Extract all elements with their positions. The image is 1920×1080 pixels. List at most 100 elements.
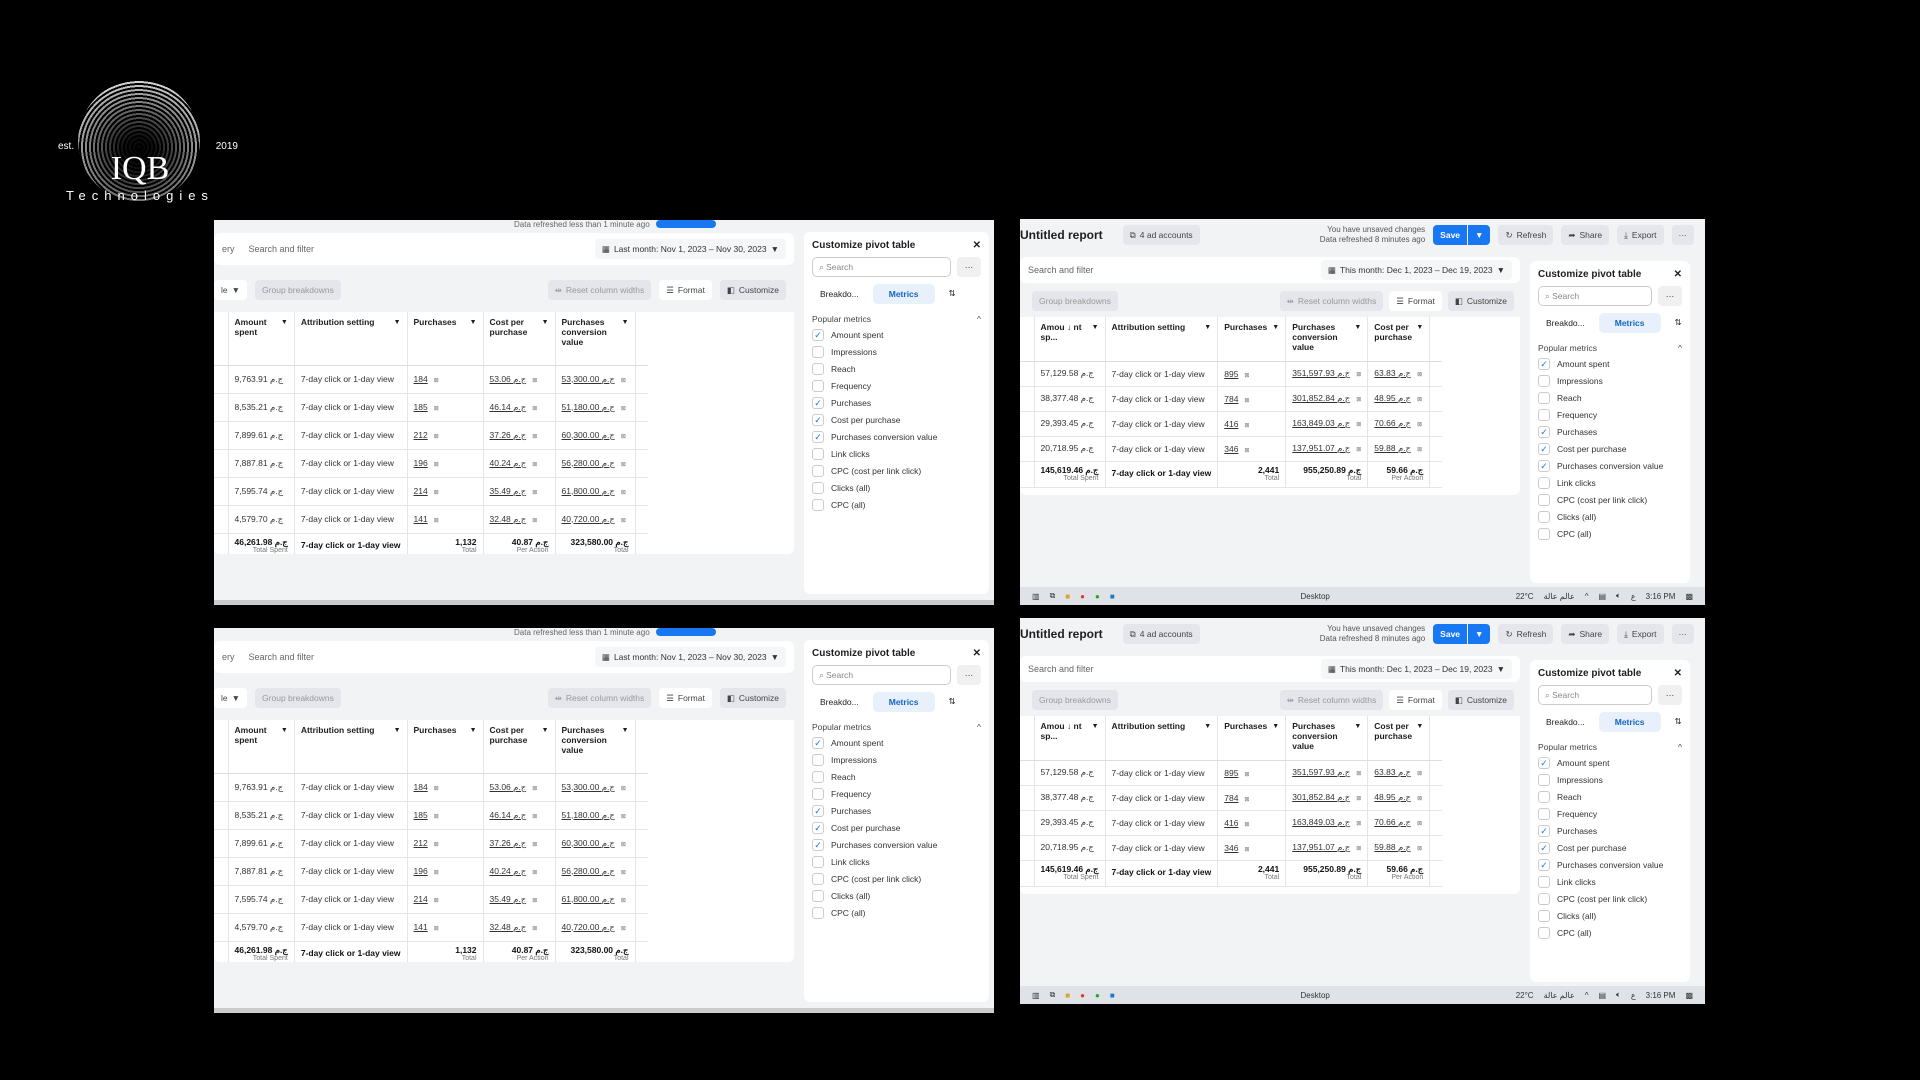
checkbox[interactable] xyxy=(812,856,824,868)
checkbox[interactable] xyxy=(1538,893,1550,905)
weather[interactable]: 22°C xyxy=(1516,991,1534,1000)
compare-icon[interactable]: ⊠ xyxy=(1244,448,1249,454)
chevron-down-icon[interactable]: ▼ xyxy=(1204,723,1211,731)
task-view-icon[interactable]: ⧉ xyxy=(1050,990,1056,1000)
cell-value[interactable]: 32.48 ج.م xyxy=(490,922,527,932)
whatsapp-icon[interactable]: ● xyxy=(1095,592,1100,601)
tab-metrics[interactable]: Metrics xyxy=(1598,711,1661,732)
cell-value[interactable]: 60,300.00 ج.م xyxy=(562,838,615,848)
compare-icon[interactable]: ⊠ xyxy=(1417,447,1422,453)
cell-value[interactable]: 163,849.03 ج.م xyxy=(1292,817,1350,827)
compare-icon[interactable]: ⊠ xyxy=(1417,397,1422,403)
checkbox[interactable] xyxy=(812,771,824,783)
chevron-down-icon[interactable]: ▼ xyxy=(1204,324,1211,332)
table-cell[interactable]: 895 ⊠ xyxy=(1217,760,1287,786)
group-breakdowns-button[interactable]: Group breakdowns xyxy=(255,688,341,708)
cell-value[interactable]: 37.26 ج.م xyxy=(490,838,527,848)
cell-value[interactable]: 346 xyxy=(1224,444,1238,454)
export-button[interactable]: ⤓ Export xyxy=(1617,225,1664,246)
column-header[interactable]: Cost per purchase ▼ xyxy=(1367,317,1431,362)
language-indicator[interactable]: ع xyxy=(1631,592,1636,601)
checkbox[interactable] xyxy=(1538,876,1550,888)
search-filter-input[interactable]: Search and filter xyxy=(1028,664,1321,674)
cell-value[interactable]: 301,852.84 ج.م xyxy=(1292,393,1350,403)
cell-value[interactable]: 35.49 ج.م xyxy=(490,894,527,904)
table-cell[interactable]: 351,597.93 ج.م ⊠ xyxy=(1285,361,1369,387)
search-filter-input[interactable]: Search and filter xyxy=(1028,265,1321,275)
checkbox[interactable] xyxy=(812,890,824,902)
metric-option[interactable]: Impressions xyxy=(1538,774,1682,786)
metric-option[interactable]: Reach xyxy=(812,363,981,375)
refresh-button[interactable]: ↻ Refresh xyxy=(1498,624,1554,645)
table-cell[interactable]: 40.24 ج.م ⊠ xyxy=(483,449,556,478)
date-range-picker[interactable]: ▦ This month: Dec 1, 2023 – Dec 19, 2023 ▼ xyxy=(1320,260,1512,280)
checkbox-checked[interactable]: ✓ xyxy=(812,329,824,341)
chrome-icon[interactable]: ● xyxy=(1080,991,1085,1000)
table-cell[interactable]: 346 ⊠ xyxy=(1217,835,1287,861)
weather[interactable]: 22°C xyxy=(1516,592,1534,601)
table-cell[interactable]: 32.48 ج.م ⊠ xyxy=(483,505,556,534)
table-cell[interactable]: 53,300.00 ج.م ⊠ xyxy=(555,773,636,802)
chevron-down-icon[interactable]: ▼ xyxy=(470,319,477,327)
checkbox[interactable] xyxy=(1538,392,1550,404)
more-options-button[interactable]: ··· xyxy=(1658,685,1682,705)
table-cell[interactable]: 416 ⊠ xyxy=(1217,411,1287,437)
compare-icon[interactable]: ⊠ xyxy=(532,786,537,792)
compare-icon[interactable]: ⊠ xyxy=(532,842,537,848)
metric-option[interactable]: Frequency xyxy=(1538,808,1682,820)
metric-option[interactable]: ✓ Purchases conversion value xyxy=(1538,859,1682,871)
table-cell[interactable]: 46.14 ج.م ⊠ xyxy=(483,801,556,830)
volume-icon[interactable]: 🔈︎ xyxy=(1616,591,1621,601)
photos-icon[interactable]: ■ xyxy=(1110,991,1115,1000)
cell-value[interactable]: 185 xyxy=(414,402,428,412)
metric-option[interactable]: Clicks (all) xyxy=(812,482,981,494)
column-header[interactable]: Purchases ▼ xyxy=(1217,317,1287,362)
table-cell[interactable]: 137,951.07 ج.م ⊠ xyxy=(1285,436,1369,462)
cell-value[interactable]: 184 xyxy=(414,782,428,792)
metric-option[interactable]: Clicks (all) xyxy=(1538,511,1682,523)
metric-option[interactable]: Impressions xyxy=(1538,375,1682,387)
close-icon[interactable]: ✕ xyxy=(973,240,981,251)
cell-value[interactable]: 184 xyxy=(414,374,428,384)
checkbox[interactable] xyxy=(1538,774,1550,786)
cell-value[interactable]: 59.88 ج.م xyxy=(1374,842,1411,852)
compare-icon[interactable]: ⊠ xyxy=(1356,372,1361,378)
chevron-down-icon[interactable]: ▼ xyxy=(542,727,549,735)
cell-value[interactable]: 137,951.07 ج.م xyxy=(1292,443,1350,453)
cell-value[interactable]: 784 xyxy=(1224,394,1238,404)
cell-value[interactable]: 137,951.07 ج.م xyxy=(1292,842,1350,852)
table-cell[interactable]: 40.24 ج.م ⊠ xyxy=(483,857,556,886)
metric-option[interactable]: ✓ Amount spent xyxy=(1538,757,1682,769)
metric-option[interactable]: CPC (all) xyxy=(1538,927,1682,939)
chevron-down-icon[interactable]: ▼ xyxy=(394,319,401,327)
checkbox[interactable] xyxy=(1538,528,1550,540)
column-header[interactable]: Attribution setting ▼ xyxy=(1105,716,1219,761)
cell-value[interactable]: 56,280.00 ج.م xyxy=(562,458,615,468)
metric-option[interactable]: Reach xyxy=(1538,392,1682,404)
compare-icon[interactable]: ⊠ xyxy=(621,786,626,792)
checkbox[interactable] xyxy=(812,482,824,494)
compare-icon[interactable]: ⊠ xyxy=(621,406,626,412)
cell-value[interactable]: 40,720.00 ج.م xyxy=(562,514,615,524)
checkbox[interactable] xyxy=(1538,808,1550,820)
table-cell[interactable]: 185 ⊠ xyxy=(407,393,484,422)
table-cell[interactable]: 346 ⊠ xyxy=(1217,436,1287,462)
chevron-down-icon[interactable]: ▼ xyxy=(622,727,629,735)
table-cell[interactable]: 895 ⊠ xyxy=(1217,361,1287,387)
date-range-picker[interactable]: ▦ This month: Dec 1, 2023 – Dec 19, 2023 ▼ xyxy=(1320,659,1512,679)
cell-value[interactable]: 346 xyxy=(1224,843,1238,853)
column-header[interactable]: Purchases conversion value ▼ xyxy=(1285,317,1369,362)
chevron-down-icon[interactable]: ▼ xyxy=(1416,324,1423,332)
compare-icon[interactable]: ⊠ xyxy=(1417,796,1422,802)
format-button[interactable]: ☰ Format xyxy=(659,280,712,300)
table-cell[interactable]: 53.06 ج.م ⊠ xyxy=(483,365,556,394)
cell-value[interactable]: 59.88 ج.م xyxy=(1374,443,1411,453)
metric-option[interactable]: ✓ Cost per purchase xyxy=(1538,842,1682,854)
cell-value[interactable]: 70.66 ج.م xyxy=(1374,418,1411,428)
customize-button[interactable]: ◧ Customize xyxy=(719,688,786,708)
compare-icon[interactable]: ⊠ xyxy=(1356,447,1361,453)
compare-icon[interactable]: ⊠ xyxy=(621,898,626,904)
compare-icon[interactable]: ⊠ xyxy=(1356,422,1361,428)
search-filter-input[interactable]: Search and filter xyxy=(249,652,581,662)
compare-icon[interactable]: ⊠ xyxy=(1244,373,1249,379)
